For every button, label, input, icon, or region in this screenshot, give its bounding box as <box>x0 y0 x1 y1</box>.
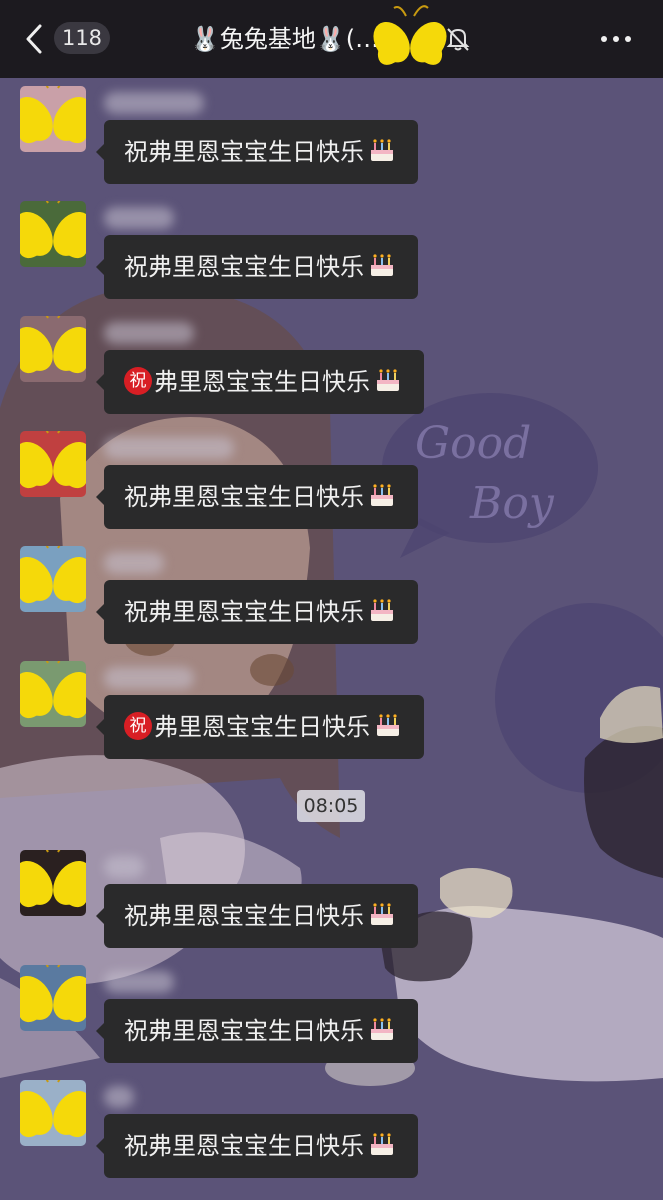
message-row: 祝弗里恩宝宝生日快乐 <box>0 86 663 196</box>
sender-avatar[interactable] <box>20 965 86 1031</box>
privacy-sticker-icon <box>20 1080 86 1138</box>
message-bubble[interactable]: 祝弗里恩宝宝生日快乐 <box>96 350 424 414</box>
birthday-cake-icon <box>377 714 399 736</box>
message-bubble[interactable]: 祝弗里恩宝宝生日快乐 <box>96 580 418 644</box>
privacy-sticker-icon <box>20 546 86 604</box>
more-options-icon[interactable] <box>598 22 634 56</box>
sender-avatar[interactable] <box>20 201 86 267</box>
message-text: 祝弗里恩宝宝生日快乐 <box>124 138 364 166</box>
message-bubble[interactable]: 祝弗里恩宝宝生日快乐 <box>96 999 418 1063</box>
zhu-emoji-icon: 祝 <box>124 367 152 395</box>
message-row: 祝弗里恩宝宝生日快乐 <box>0 431 663 541</box>
message-text: 弗里恩宝宝生日快乐 <box>154 368 370 396</box>
privacy-sticker-icon <box>20 201 86 259</box>
birthday-cake-icon <box>371 139 393 161</box>
message-text: 祝弗里恩宝宝生日快乐 <box>124 902 364 930</box>
message-text: 祝弗里恩宝宝生日快乐 <box>124 253 364 281</box>
message-text: 弗里恩宝宝生日快乐 <box>154 713 370 741</box>
message-row: 祝弗里恩宝宝生日快乐 <box>0 316 663 426</box>
message-bubble[interactable]: 祝弗里恩宝宝生日快乐 <box>96 695 424 759</box>
birthday-cake-icon <box>371 599 393 621</box>
message-row: 祝弗里恩宝宝生日快乐 <box>0 965 663 1075</box>
message-text: 祝弗里恩宝宝生日快乐 <box>124 1017 364 1045</box>
message-bubble[interactable]: 祝弗里恩宝宝生日快乐 <box>96 120 418 184</box>
message-bubble[interactable]: 祝弗里恩宝宝生日快乐 <box>96 1114 418 1178</box>
message-text: 祝弗里恩宝宝生日快乐 <box>124 483 364 511</box>
message-text: 祝弗里恩宝宝生日快乐 <box>124 598 364 626</box>
message-bubble[interactable]: 祝弗里恩宝宝生日快乐 <box>96 465 418 529</box>
privacy-sticker-icon <box>20 431 86 489</box>
sender-name-blurred <box>104 322 194 344</box>
unread-count-badge[interactable]: 118 <box>54 22 110 54</box>
sender-name-blurred <box>104 1086 134 1108</box>
sender-name-blurred <box>104 971 174 993</box>
message-row: 祝弗里恩宝宝生日快乐 <box>0 546 663 656</box>
back-icon[interactable] <box>22 22 48 56</box>
sender-name-blurred <box>104 207 174 229</box>
group-title-text: 🐰兔兔基地🐰( <box>190 25 356 53</box>
privacy-sticker-icon <box>20 850 86 908</box>
sender-avatar[interactable] <box>20 316 86 382</box>
privacy-sticker-icon <box>20 86 86 144</box>
privacy-sticker-icon <box>20 965 86 1023</box>
message-bubble[interactable]: 祝弗里恩宝宝生日快乐 <box>96 235 418 299</box>
privacy-sticker-icon <box>20 316 86 374</box>
sender-name-blurred <box>104 552 164 574</box>
message-row: 祝弗里恩宝宝生日快乐 <box>0 201 663 311</box>
sender-avatar[interactable] <box>20 850 86 916</box>
privacy-sticker-icon <box>373 5 447 65</box>
birthday-cake-icon <box>371 1133 393 1155</box>
sender-name-blurred <box>104 92 204 114</box>
message-bubble[interactable]: 祝弗里恩宝宝生日快乐 <box>96 884 418 948</box>
message-row: 祝弗里恩宝宝生日快乐 <box>0 661 663 771</box>
sender-name-blurred <box>104 856 144 878</box>
birthday-cake-icon <box>371 254 393 276</box>
privacy-sticker-icon <box>20 661 86 719</box>
birthday-cake-icon <box>377 369 399 391</box>
sender-name-blurred <box>104 437 234 459</box>
sender-avatar[interactable] <box>20 1080 86 1146</box>
message-row: 祝弗里恩宝宝生日快乐 <box>0 1080 663 1190</box>
sender-avatar[interactable] <box>20 661 86 727</box>
zhu-emoji-icon: 祝 <box>124 712 152 740</box>
message-row: 祝弗里恩宝宝生日快乐 <box>0 850 663 960</box>
sender-name-blurred <box>104 667 194 689</box>
sender-avatar[interactable] <box>20 86 86 152</box>
time-divider: 08:05 <box>297 790 365 822</box>
sender-avatar[interactable] <box>20 546 86 612</box>
message-text: 祝弗里恩宝宝生日快乐 <box>124 1132 364 1160</box>
sender-avatar[interactable] <box>20 431 86 497</box>
chat-header: 118 🐰兔兔基地🐰(… ) <box>0 0 663 78</box>
birthday-cake-icon <box>371 484 393 506</box>
birthday-cake-icon <box>371 903 393 925</box>
birthday-cake-icon <box>371 1018 393 1040</box>
